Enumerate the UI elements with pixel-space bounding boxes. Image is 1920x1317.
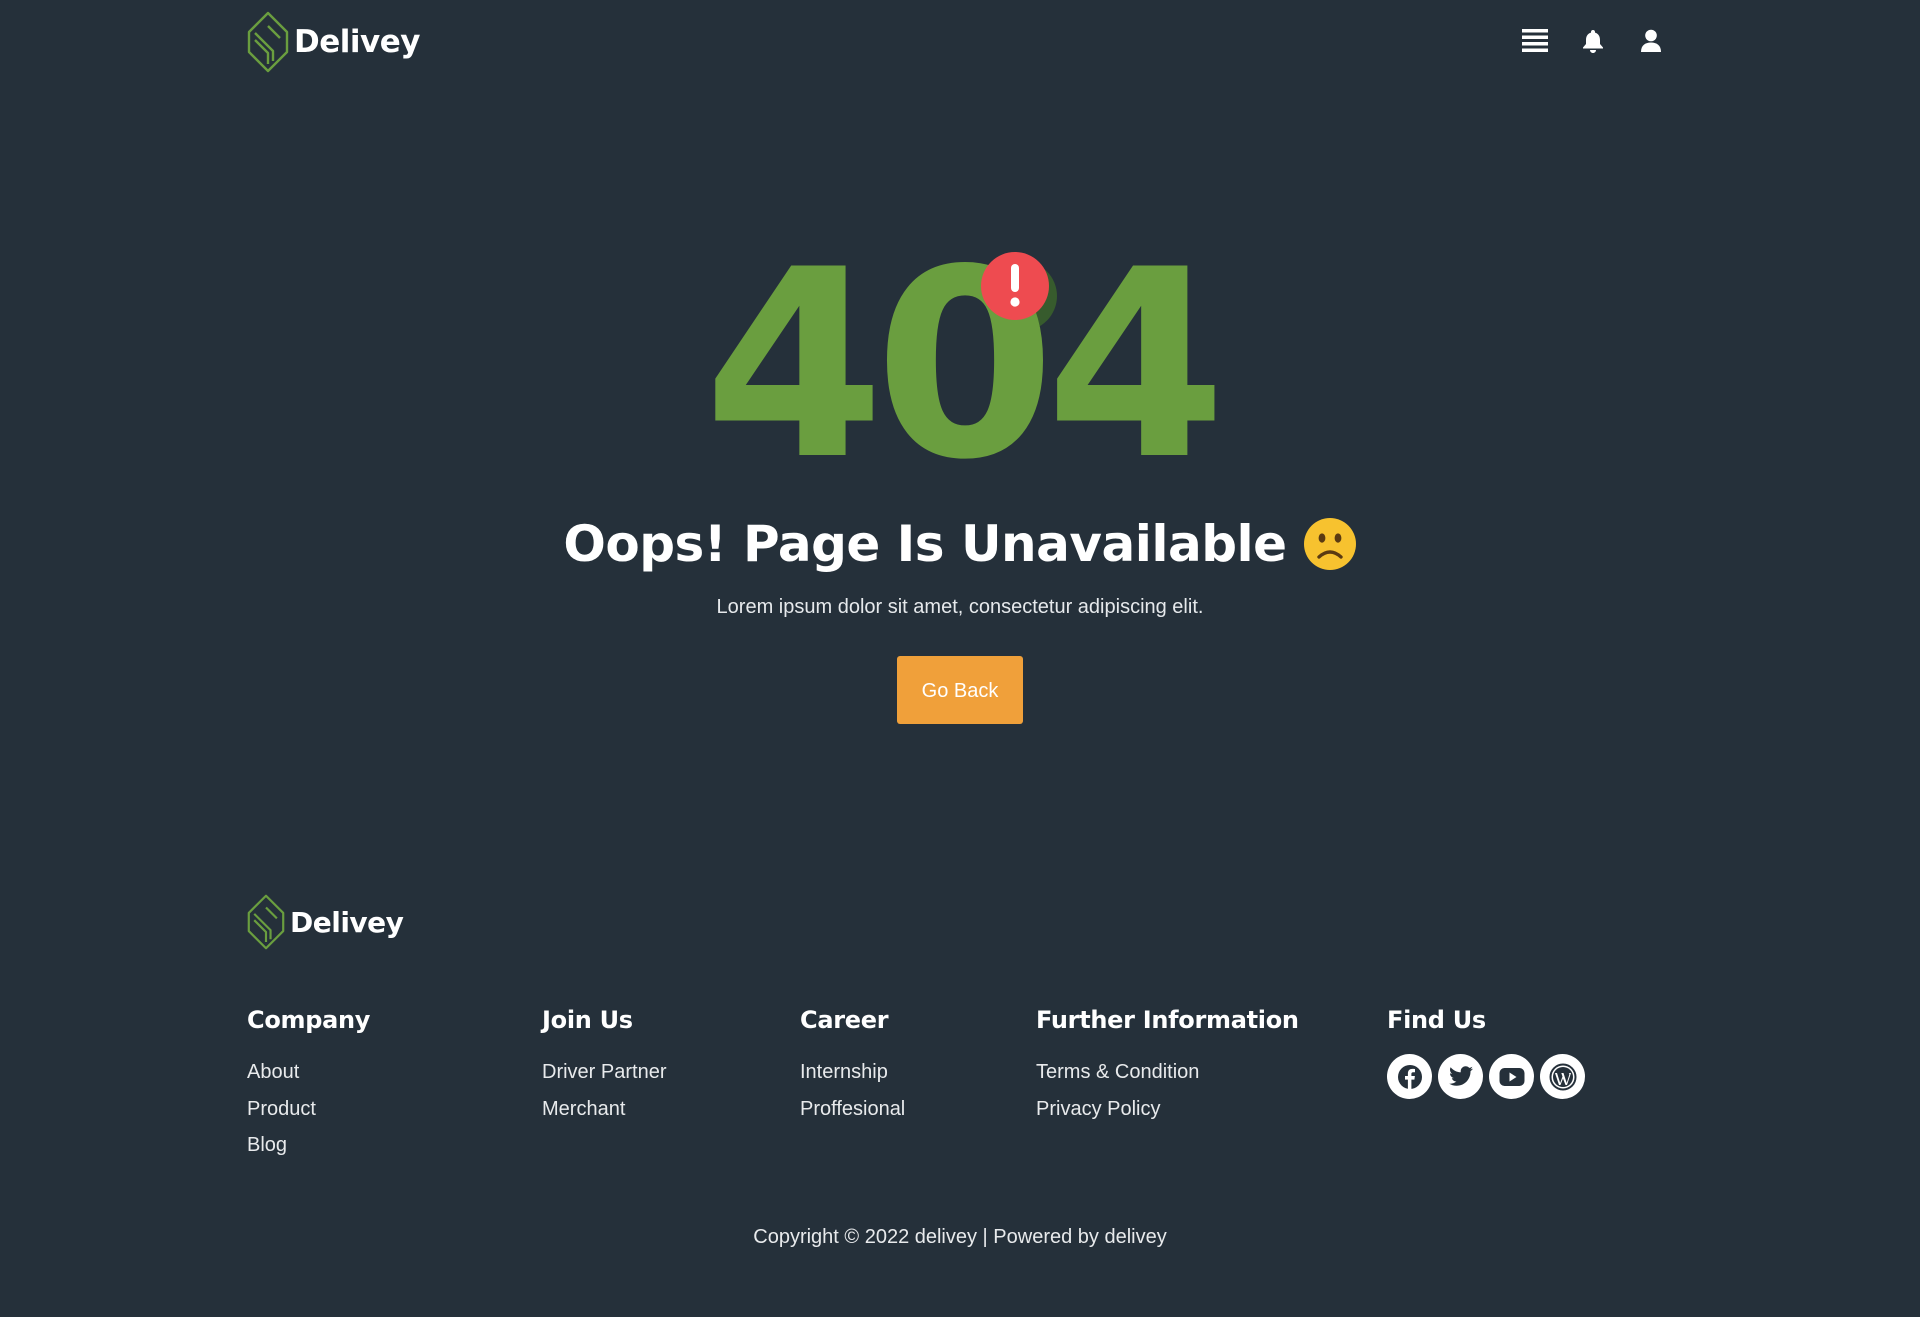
footer-brand-name: Delivey xyxy=(290,905,404,939)
footer-col-career: Career Internship Proffesional xyxy=(800,1006,905,1127)
bell-icon[interactable] xyxy=(1580,26,1606,56)
footer-link-internship[interactable]: Internship xyxy=(800,1054,905,1091)
footer-col-title: Join Us xyxy=(542,1006,633,1034)
footer-col-company: Company About Product Blog xyxy=(247,1006,370,1164)
headline-text: Oops! Page Is Unavailable xyxy=(563,515,1287,573)
brand-name: Delivey xyxy=(294,24,420,60)
sad-face-icon xyxy=(1303,518,1356,570)
footer-col-title: Further Information xyxy=(1036,1006,1299,1034)
footer-link-merchant[interactable]: Merchant xyxy=(542,1091,666,1128)
footer-link-privacy[interactable]: Privacy Policy xyxy=(1036,1091,1299,1128)
footer-link-product[interactable]: Product xyxy=(247,1091,370,1128)
footer-link-blog[interactable]: Blog xyxy=(247,1127,370,1164)
footer-col-join-us: Join Us Driver Partner Merchant xyxy=(542,1006,666,1127)
copyright-text: Copyright © 2022 delivey | Powered by de… xyxy=(753,1226,1167,1248)
error-description: Lorem ipsum dolor sit amet, consectetur … xyxy=(716,596,1204,618)
twitter-icon[interactable] xyxy=(1438,1054,1483,1099)
youtube-icon[interactable] xyxy=(1489,1054,1534,1099)
page-title: Oops! Page Is Unavailable xyxy=(0,512,1920,576)
error-code-graphic: 404 xyxy=(700,240,1220,470)
footer-col-title: Find Us xyxy=(1387,1006,1486,1034)
header-actions xyxy=(1522,26,1664,56)
footer-col-find-us: Find Us xyxy=(1387,1006,1585,1099)
menu-icon[interactable] xyxy=(1522,26,1548,56)
alert-badge-icon xyxy=(981,252,1049,320)
footer-link-about[interactable]: About xyxy=(247,1054,370,1091)
footer-col-title: Company xyxy=(247,1006,371,1034)
site-header: Delivey xyxy=(0,0,1920,86)
wordpress-icon[interactable] xyxy=(1540,1054,1585,1099)
social-links xyxy=(1387,1054,1585,1099)
footer-link-driver-partner[interactable]: Driver Partner xyxy=(542,1054,666,1091)
go-back-button[interactable]: Go Back xyxy=(897,656,1023,724)
error-hero: 404 Oops! Page Is Unavailable Lorem ipsu… xyxy=(0,240,1920,724)
error-code-text: 404 xyxy=(704,240,1217,470)
footer-col-further-information: Further Information Terms & Condition Pr… xyxy=(1036,1006,1299,1127)
footer-link-proffesional[interactable]: Proffesional xyxy=(800,1091,905,1128)
user-icon[interactable] xyxy=(1638,26,1664,56)
footer-link-terms[interactable]: Terms & Condition xyxy=(1036,1054,1299,1091)
footer-brand-logo[interactable]: Delivey xyxy=(246,893,404,951)
brand-logo[interactable]: Delivey xyxy=(246,10,420,74)
logo-mark-icon xyxy=(247,11,289,73)
facebook-icon[interactable] xyxy=(1387,1054,1432,1099)
logo-mark-icon xyxy=(247,894,285,950)
footer-col-title: Career xyxy=(800,1006,889,1034)
